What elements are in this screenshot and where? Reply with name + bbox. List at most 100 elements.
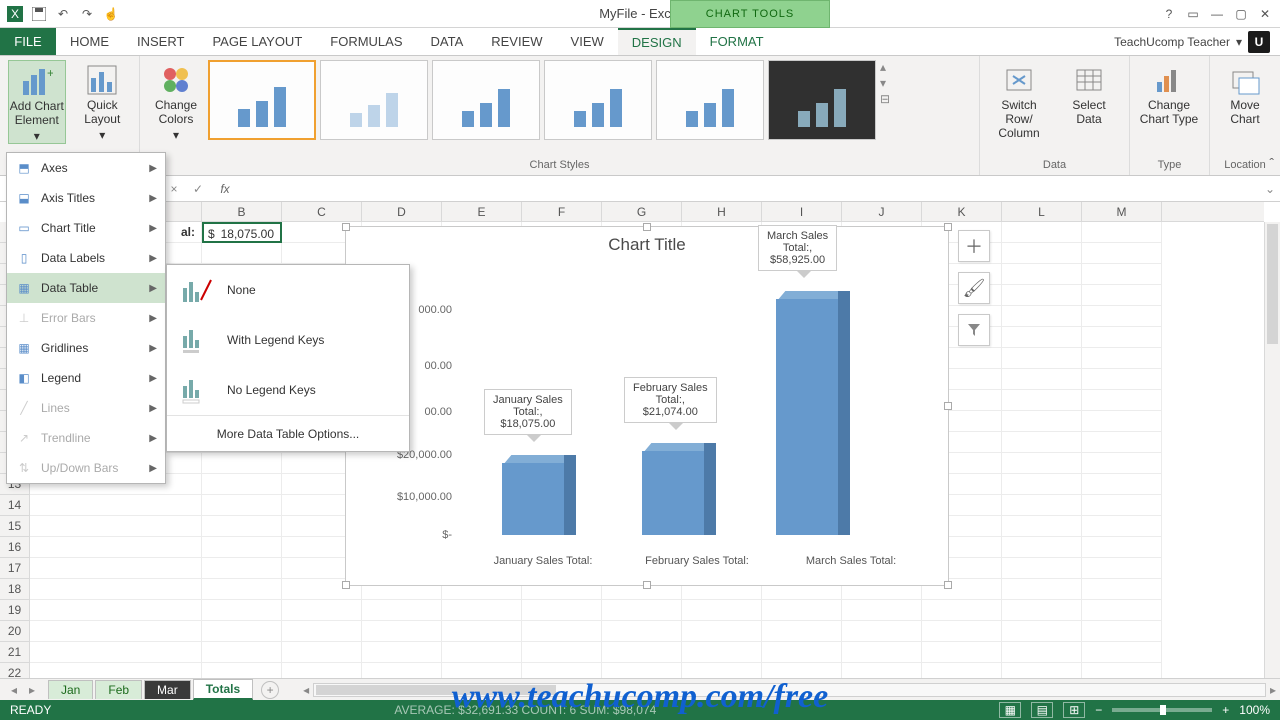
data-label[interactable]: February Sales Total:, $21,074.00 bbox=[624, 377, 717, 423]
sheet-nav-next[interactable]: ▸ bbox=[24, 683, 40, 697]
zoom-level[interactable]: 100% bbox=[1239, 703, 1270, 717]
menu-trendline: ↗Trendline▶ bbox=[7, 423, 165, 453]
axis-titles-icon: ⬓ bbox=[15, 189, 33, 207]
resize-handle[interactable] bbox=[342, 223, 350, 231]
chart-style-6[interactable] bbox=[768, 60, 876, 140]
tab-insert[interactable]: INSERT bbox=[123, 28, 198, 55]
view-page-layout-icon[interactable]: ▤ bbox=[1031, 702, 1053, 718]
column-headers[interactable]: BCDEFGHIJKLM bbox=[30, 202, 1264, 222]
tab-data[interactable]: DATA bbox=[417, 28, 478, 55]
styles-scroll-down[interactable]: ▾ bbox=[880, 76, 898, 90]
collapse-ribbon-icon[interactable]: ˆ bbox=[1269, 155, 1274, 171]
quick-layout-icon bbox=[86, 64, 118, 96]
submenu-more-options[interactable]: More Data Table Options... bbox=[167, 415, 409, 451]
chart-style-1[interactable] bbox=[208, 60, 316, 140]
ribbon-options-icon[interactable]: ▭ bbox=[1184, 5, 1202, 23]
tab-page-layout[interactable]: PAGE LAYOUT bbox=[198, 28, 316, 55]
chart-title[interactable]: Chart Title bbox=[346, 227, 948, 259]
menu-updown-bars: ⇅Up/Down Bars▶ bbox=[7, 453, 165, 483]
view-page-break-icon[interactable]: ⊞ bbox=[1063, 702, 1085, 718]
menu-data-table[interactable]: ▦Data Table▶ bbox=[7, 273, 165, 303]
status-aggregates: AVERAGE: $32,691.33 COUNT: 6 SUM: $98,07… bbox=[51, 703, 999, 717]
user-badge-icon: U bbox=[1248, 31, 1270, 53]
add-sheet-button[interactable]: + bbox=[261, 681, 279, 699]
submenu-none[interactable]: None bbox=[167, 265, 409, 315]
window-title: MyFile - Excel bbox=[120, 6, 1160, 21]
resize-handle[interactable] bbox=[342, 581, 350, 589]
menu-legend[interactable]: ◧Legend▶ bbox=[7, 363, 165, 393]
save-icon[interactable] bbox=[30, 5, 48, 23]
submenu-with-legend-keys[interactable]: With Legend Keys bbox=[167, 315, 409, 365]
submenu-no-legend-keys[interactable]: No Legend Keys bbox=[167, 365, 409, 415]
with-legend-icon bbox=[179, 324, 215, 356]
menu-chart-title[interactable]: ▭Chart Title▶ bbox=[7, 213, 165, 243]
resize-handle[interactable] bbox=[643, 223, 651, 231]
vertical-scrollbar[interactable] bbox=[1264, 222, 1280, 678]
group-label-type: Type bbox=[1138, 157, 1201, 171]
close-icon[interactable]: ✕ bbox=[1256, 5, 1274, 23]
menu-data-labels[interactable]: ▯Data Labels▶ bbox=[7, 243, 165, 273]
tab-formulas[interactable]: FORMULAS bbox=[316, 28, 416, 55]
group-label-styles: Chart Styles bbox=[148, 157, 971, 171]
chart-elements-button[interactable]: ＋ bbox=[958, 230, 990, 262]
none-icon bbox=[179, 274, 215, 306]
tab-format[interactable]: FORMAT bbox=[696, 28, 778, 55]
quick-layout-button[interactable]: Quick Layout▾ bbox=[74, 60, 131, 142]
tab-file[interactable]: FILE bbox=[0, 28, 56, 55]
chart-object[interactable]: Chart Title $-$10,000.00$20,000.0000.000… bbox=[345, 226, 949, 586]
sheet-tab-totals[interactable]: Totals bbox=[193, 679, 253, 700]
sheet-tab-feb[interactable]: Feb bbox=[95, 680, 142, 699]
menu-gridlines[interactable]: ▦Gridlines▶ bbox=[7, 333, 165, 363]
redo-icon[interactable]: ↷ bbox=[78, 5, 96, 23]
fx-icon[interactable]: fx bbox=[210, 182, 240, 196]
excel-icon: X bbox=[6, 5, 24, 23]
chart-style-3[interactable] bbox=[432, 60, 540, 140]
help-icon[interactable]: ? bbox=[1160, 5, 1178, 23]
tab-review[interactable]: REVIEW bbox=[477, 28, 556, 55]
plot-area[interactable]: January Sales Total:, $18,075.00 February… bbox=[466, 267, 928, 535]
resize-handle[interactable] bbox=[643, 581, 651, 589]
zoom-in-icon[interactable]: + bbox=[1222, 703, 1229, 717]
axes-icon: ⬒ bbox=[15, 159, 33, 177]
chart-style-5[interactable] bbox=[656, 60, 764, 140]
maximize-icon[interactable]: ▢ bbox=[1232, 5, 1250, 23]
zoom-out-icon[interactable]: − bbox=[1095, 703, 1102, 717]
tab-home[interactable]: HOME bbox=[56, 28, 123, 55]
chart-styles-button[interactable]: 🖌 bbox=[958, 272, 990, 304]
data-label[interactable]: March Sales Total:, $58,925.00 bbox=[758, 225, 837, 271]
styles-more[interactable]: ⊟ bbox=[880, 92, 898, 106]
chart-style-4[interactable] bbox=[544, 60, 652, 140]
switch-row-column-button[interactable]: Switch Row/ Column bbox=[988, 60, 1050, 140]
tab-view[interactable]: VIEW bbox=[557, 28, 618, 55]
chart-style-2[interactable] bbox=[320, 60, 428, 140]
data-label[interactable]: January Sales Total:, $18,075.00 bbox=[484, 389, 572, 435]
expand-formula-bar-icon[interactable]: ⌄ bbox=[1260, 182, 1280, 196]
resize-handle[interactable] bbox=[944, 402, 952, 410]
view-normal-icon[interactable]: ▦ bbox=[999, 702, 1021, 718]
menu-axes[interactable]: ⬒Axes▶ bbox=[7, 153, 165, 183]
sheet-nav-prev[interactable]: ◂ bbox=[6, 683, 22, 697]
horizontal-scrollbar[interactable]: ◂▸ bbox=[299, 683, 1280, 697]
menu-axis-titles[interactable]: ⬓Axis Titles▶ bbox=[7, 183, 165, 213]
tab-design[interactable]: DESIGN bbox=[618, 28, 696, 55]
sheet-tab-jan[interactable]: Jan bbox=[48, 680, 93, 699]
styles-scroll-up[interactable]: ▴ bbox=[880, 60, 898, 74]
add-chart-element-button[interactable]: + Add Chart Element▾ bbox=[8, 60, 66, 144]
minimize-icon[interactable]: — bbox=[1208, 5, 1226, 23]
touch-icon[interactable]: ☝ bbox=[102, 5, 120, 23]
fx-enter-icon[interactable]: ✓ bbox=[186, 182, 210, 196]
resize-handle[interactable] bbox=[944, 581, 952, 589]
resize-handle[interactable] bbox=[944, 223, 952, 231]
no-legend-icon bbox=[179, 374, 215, 406]
change-colors-button[interactable]: Change Colors▾ bbox=[148, 60, 204, 142]
undo-icon[interactable]: ↶ bbox=[54, 5, 72, 23]
legend-icon: ◧ bbox=[15, 369, 33, 387]
user-account[interactable]: TeachUcomp Teacher▾U bbox=[1114, 28, 1280, 55]
sheet-tab-mar[interactable]: Mar bbox=[144, 680, 191, 699]
zoom-slider[interactable] bbox=[1112, 708, 1212, 712]
trendline-icon: ↗ bbox=[15, 429, 33, 447]
move-chart-button[interactable]: Move Chart bbox=[1218, 60, 1272, 126]
change-chart-type-button[interactable]: Change Chart Type bbox=[1138, 60, 1200, 126]
select-data-button[interactable]: Select Data bbox=[1058, 60, 1120, 126]
chart-filters-button[interactable] bbox=[958, 314, 990, 346]
